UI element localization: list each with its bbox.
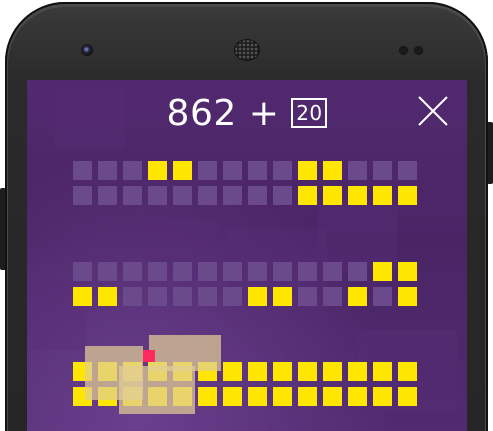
lit-cell[interactable] xyxy=(223,387,242,406)
bonus-counter: 20 xyxy=(291,98,328,128)
lit-cell[interactable] xyxy=(223,362,242,381)
lit-cell[interactable] xyxy=(323,161,342,180)
empty-cell[interactable] xyxy=(348,161,367,180)
lit-cell[interactable] xyxy=(373,362,392,381)
score-header: 862 + 20 xyxy=(27,92,467,134)
dragged-piece-marker xyxy=(143,350,155,362)
empty-cell[interactable] xyxy=(223,186,242,205)
empty-cell[interactable] xyxy=(223,287,242,306)
empty-cell[interactable] xyxy=(398,161,417,180)
lit-cell[interactable] xyxy=(398,362,417,381)
empty-cell[interactable] xyxy=(323,262,342,281)
proximity-sensor-icon xyxy=(399,46,408,55)
lit-cell[interactable] xyxy=(98,287,117,306)
empty-cell[interactable] xyxy=(173,186,192,205)
empty-cell[interactable] xyxy=(148,262,167,281)
lit-cell[interactable] xyxy=(373,186,392,205)
lit-cell[interactable] xyxy=(298,387,317,406)
lit-cell[interactable] xyxy=(398,287,417,306)
empty-cell[interactable] xyxy=(273,186,292,205)
lit-cell[interactable] xyxy=(373,387,392,406)
lit-cell[interactable] xyxy=(298,186,317,205)
empty-cell[interactable] xyxy=(273,161,292,180)
earpiece-speaker-icon xyxy=(234,39,260,61)
empty-cell[interactable] xyxy=(248,262,267,281)
empty-cell[interactable] xyxy=(198,161,217,180)
lit-cell[interactable] xyxy=(198,387,217,406)
lit-cell[interactable] xyxy=(273,362,292,381)
empty-cell[interactable] xyxy=(198,186,217,205)
lit-cell[interactable] xyxy=(148,161,167,180)
empty-cell[interactable] xyxy=(73,161,92,180)
score-value: 862 xyxy=(166,92,237,134)
empty-cell[interactable] xyxy=(223,161,242,180)
lit-cell[interactable] xyxy=(298,362,317,381)
empty-cell[interactable] xyxy=(173,262,192,281)
lit-cell[interactable] xyxy=(373,262,392,281)
empty-cell[interactable] xyxy=(173,287,192,306)
lit-cell[interactable] xyxy=(348,287,367,306)
empty-cell[interactable] xyxy=(373,161,392,180)
empty-cell[interactable] xyxy=(273,262,292,281)
lit-cell[interactable] xyxy=(73,287,92,306)
lit-cell[interactable] xyxy=(323,186,342,205)
empty-cell[interactable] xyxy=(298,262,317,281)
empty-cell[interactable] xyxy=(98,161,117,180)
empty-cell[interactable] xyxy=(123,186,142,205)
empty-cell[interactable] xyxy=(198,262,217,281)
lit-cell[interactable] xyxy=(298,161,317,180)
empty-cell[interactable] xyxy=(248,161,267,180)
empty-cell[interactable] xyxy=(123,262,142,281)
lit-cell[interactable] xyxy=(248,387,267,406)
lit-cell[interactable] xyxy=(273,287,292,306)
lit-cell[interactable] xyxy=(273,387,292,406)
empty-cell[interactable] xyxy=(373,287,392,306)
lit-cell[interactable] xyxy=(323,387,342,406)
background-square xyxy=(317,200,397,270)
empty-cell[interactable] xyxy=(148,287,167,306)
empty-cell[interactable] xyxy=(98,186,117,205)
close-x-icon[interactable] xyxy=(417,95,449,127)
empty-cell[interactable] xyxy=(123,161,142,180)
plus-sign: + xyxy=(248,92,280,134)
empty-cell[interactable] xyxy=(123,287,142,306)
bonus-value: 20 xyxy=(296,101,323,125)
lit-cell[interactable] xyxy=(323,362,342,381)
empty-cell[interactable] xyxy=(198,287,217,306)
dragged-piece-block[interactable] xyxy=(119,366,195,414)
lit-cell[interactable] xyxy=(348,186,367,205)
empty-cell[interactable] xyxy=(223,262,242,281)
empty-cell[interactable] xyxy=(148,186,167,205)
empty-cell[interactable] xyxy=(248,186,267,205)
lit-cell[interactable] xyxy=(398,387,417,406)
empty-cell[interactable] xyxy=(73,262,92,281)
empty-cell[interactable] xyxy=(298,287,317,306)
lit-cell[interactable] xyxy=(398,186,417,205)
lit-cell[interactable] xyxy=(398,262,417,281)
empty-cell[interactable] xyxy=(98,262,117,281)
lit-cell[interactable] xyxy=(348,387,367,406)
game-screen: 862 + 20 xyxy=(27,80,467,431)
lit-cell[interactable] xyxy=(173,161,192,180)
device-mockup: 862 + 20 xyxy=(0,0,493,431)
front-camera-icon xyxy=(81,44,93,56)
empty-cell[interactable] xyxy=(73,186,92,205)
light-sensor-icon xyxy=(414,46,423,55)
empty-cell[interactable] xyxy=(323,287,342,306)
lit-cell[interactable] xyxy=(248,362,267,381)
lit-cell[interactable] xyxy=(248,287,267,306)
lit-cell[interactable] xyxy=(348,362,367,381)
empty-cell[interactable] xyxy=(348,262,367,281)
